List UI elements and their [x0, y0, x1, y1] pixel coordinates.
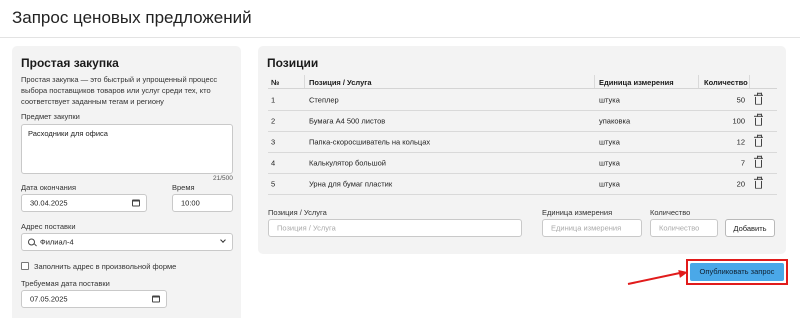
row-qty: 7 — [740, 158, 745, 168]
new-item-label: Позиция / Услуга — [268, 208, 327, 217]
table-row: 4 Калькулятор большой штука 7 — [268, 153, 777, 174]
subject-value: Расходники для офиса — [28, 129, 108, 138]
column-header-item: Позиция / Услуга — [309, 78, 372, 87]
delivery-date-input[interactable]: 07.05.2025 — [21, 290, 167, 308]
annotation-arrow-line — [627, 271, 683, 285]
time-label: Время — [172, 183, 195, 192]
time-value: 10:00 — [181, 198, 200, 208]
chevron-down-icon[interactable] — [220, 237, 226, 244]
row-item: Степлер — [309, 95, 339, 105]
row-qty: 12 — [736, 137, 745, 147]
delivery-date-value: 07.05.2025 — [30, 294, 68, 304]
row-num: 1 — [271, 95, 276, 105]
table-row: 1 Степлер штука 50 — [268, 90, 777, 111]
row-qty: 100 — [732, 116, 745, 126]
end-date-input[interactable]: 30.04.2025 — [21, 194, 147, 212]
row-qty: 20 — [736, 179, 745, 189]
table-row: 5 Урна для бумаг пластик штука 20 — [268, 174, 777, 195]
row-unit: штука — [599, 158, 620, 168]
simple-purchase-description: Простая закупка — это быстрый и упрощенн… — [21, 75, 218, 106]
delivery-date-label: Требуемая дата поставки — [21, 279, 110, 288]
subject-textarea[interactable]: Расходники для офиса — [21, 124, 233, 174]
simple-purchase-panel: Простая закупка Простая закупка — это бы… — [12, 46, 241, 318]
row-num: 3 — [271, 137, 276, 147]
calendar-icon[interactable] — [132, 199, 140, 207]
new-item-input[interactable]: Позиция / Услуга — [268, 219, 522, 237]
end-date-value: 30.04.2025 — [30, 198, 68, 208]
row-num: 2 — [271, 116, 276, 126]
new-unit-label: Единица измерения — [542, 208, 613, 217]
trash-icon[interactable] — [754, 113, 763, 126]
row-item: Бумага А4 500 листов — [309, 116, 386, 126]
simple-purchase-title: Простая закупка — [21, 56, 119, 70]
address-value: Филиал-4 — [40, 237, 74, 247]
char-counter: 21/500 — [213, 175, 233, 182]
trash-icon[interactable] — [754, 134, 763, 147]
row-unit: штука — [599, 137, 620, 147]
positions-title: Позиции — [267, 56, 319, 70]
trash-icon[interactable] — [754, 92, 763, 105]
page-header: Запрос ценовых предложений — [0, 0, 800, 38]
row-item: Калькулятор большой — [309, 158, 386, 168]
calendar-icon[interactable] — [152, 295, 160, 303]
publish-request-button[interactable]: Опубликовать запрос — [690, 263, 784, 281]
column-header-unit: Единица измерения — [599, 78, 674, 87]
table-row: 2 Бумага А4 500 листов упаковка 100 — [268, 111, 777, 132]
row-num: 5 — [271, 179, 276, 189]
free-address-label[interactable]: Заполнить адрес в произвольной форме — [34, 262, 176, 271]
end-date-label: Дата окончания — [21, 183, 77, 192]
table-header: № Позиция / Услуга Единица измерения Кол… — [268, 75, 777, 89]
trash-icon[interactable] — [754, 155, 763, 168]
new-qty-label: Количество — [650, 208, 691, 217]
new-qty-input[interactable]: Количество — [650, 219, 718, 237]
row-num: 4 — [271, 158, 276, 168]
add-position-button[interactable]: Добавить — [725, 219, 775, 237]
time-input[interactable]: 10:00 — [172, 194, 233, 212]
new-unit-input[interactable]: Единица измерения — [542, 219, 642, 237]
search-icon — [28, 238, 35, 246]
new-item-placeholder: Позиция / Услуга — [277, 223, 336, 233]
table-row: 3 Папка-скоросшиватель на кольцах штука … — [268, 132, 777, 153]
positions-panel: Позиции № Позиция / Услуга Единица измер… — [258, 46, 786, 254]
free-address-checkbox[interactable] — [21, 262, 29, 270]
trash-icon[interactable] — [754, 176, 763, 189]
row-item: Папка-скоросшиватель на кольцах — [309, 137, 431, 147]
row-unit: штука — [599, 179, 620, 189]
column-header-num: № — [271, 78, 280, 87]
new-unit-placeholder: Единица измерения — [551, 223, 622, 233]
address-select[interactable]: Филиал-4 — [21, 233, 233, 251]
row-unit: упаковка — [599, 116, 631, 126]
subject-label: Предмет закупки — [21, 112, 80, 121]
page-title: Запрос ценовых предложений — [12, 8, 252, 27]
row-item: Урна для бумаг пластик — [309, 179, 393, 189]
new-qty-placeholder: Количество — [659, 223, 700, 233]
column-header-qty: Количество — [704, 78, 748, 87]
row-unit: штука — [599, 95, 620, 105]
row-qty: 50 — [736, 95, 745, 105]
address-label: Адрес поставки — [21, 222, 76, 231]
